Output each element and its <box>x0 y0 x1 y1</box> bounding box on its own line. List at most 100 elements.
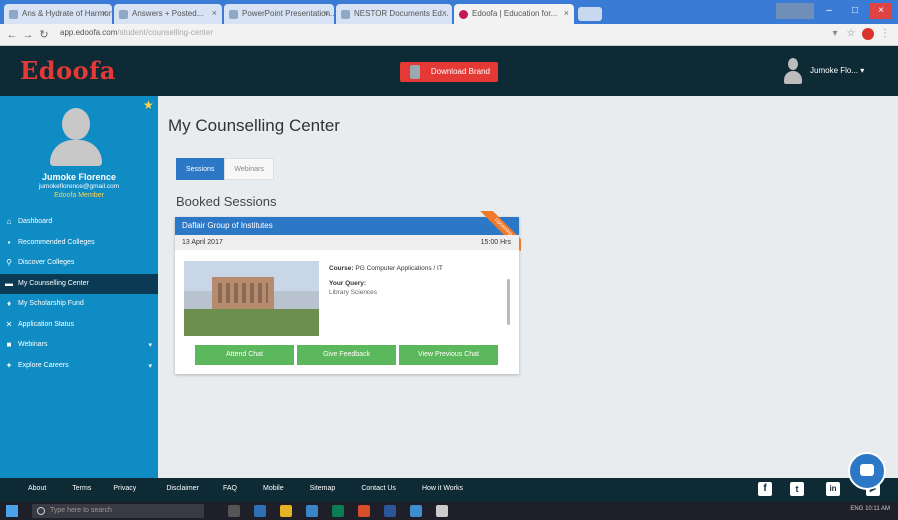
cortana-icon <box>37 507 45 515</box>
new-tab-button[interactable] <box>578 7 602 21</box>
close-window-icon[interactable]: × <box>870 3 892 19</box>
windows-start-icon[interactable] <box>6 505 18 517</box>
file-explorer-icon[interactable] <box>280 505 292 517</box>
footer-link-disclaimer[interactable]: Disclaimer <box>166 485 199 492</box>
tab-sessions[interactable]: Sessions <box>176 158 225 180</box>
close-tab-icon[interactable]: × <box>212 8 217 18</box>
favicon-icon <box>9 10 18 19</box>
download-app-button[interactable]: Download Brand <box>400 62 498 82</box>
filter-icon[interactable]: ▾ <box>830 28 840 40</box>
close-tab-icon[interactable]: × <box>442 8 447 18</box>
profile-button[interactable] <box>776 3 814 19</box>
sidebar-item-label: Application Status <box>18 320 75 328</box>
logo[interactable]: Edoofa <box>20 56 116 85</box>
store-icon[interactable] <box>306 505 318 517</box>
twitter-icon[interactable]: t <box>790 482 804 496</box>
footer-link-contact[interactable]: Contact Us <box>361 485 396 492</box>
trophy-icon: ♦ <box>6 299 12 308</box>
task-view-icon[interactable] <box>228 505 240 517</box>
browser-tab[interactable]: Answers + Posted... × <box>114 4 222 24</box>
profile-email: jumokeflorence@gmail.com <box>38 183 120 190</box>
sidebar-item-label: Recommended Colleges <box>18 238 95 246</box>
edge-icon[interactable] <box>254 505 266 517</box>
sidebar-item[interactable]: ♦ My Scholarship Fund <box>0 294 158 315</box>
sidebar-item[interactable]: ▪ Recommended Colleges <box>0 233 158 254</box>
star-icon[interactable]: ☆ <box>846 28 856 40</box>
home-icon: ⌂ <box>6 217 12 226</box>
content-tabs: Sessions Webinars <box>176 158 274 180</box>
app-icon[interactable] <box>358 505 370 517</box>
view-previous-chat-button[interactable]: View Previous Chat <box>399 345 498 365</box>
linkedin-icon[interactable]: in <box>826 482 840 496</box>
footer-link-about[interactable]: About <box>28 485 46 492</box>
footer-link-sitemap[interactable]: Sitemap <box>310 485 336 492</box>
section-title: Booked Sessions <box>176 194 277 209</box>
membership-label: Edoofa Member <box>54 192 104 199</box>
comment-icon: ▬ <box>5 278 13 288</box>
session-actions: Attend Chat Give Feedback View Previous … <box>195 345 498 365</box>
footer-link-mobile[interactable]: Mobile <box>263 485 284 492</box>
browser-tab-active[interactable]: Edoofa | Education for... × <box>454 4 574 24</box>
app-icon[interactable] <box>332 505 344 517</box>
favicon-icon <box>459 10 468 19</box>
footer-link-how-it-works[interactable]: How it Works <box>422 485 463 492</box>
session-date-row: 13 April 2017 15:00 Hrs <box>175 235 519 250</box>
app-icon[interactable] <box>410 505 422 517</box>
session-card: Daflair Group of Institutes Upcoming 13 … <box>175 211 521 374</box>
system-tray[interactable]: ENG 10:11 AM <box>850 506 890 512</box>
menu-icon[interactable]: ⋮ <box>880 28 890 40</box>
session-info: Course: PG Computer Applications / IT Yo… <box>329 265 509 296</box>
sidebar-item[interactable]: ⚲ Discover Colleges <box>0 253 158 274</box>
footer-link-privacy[interactable]: Privacy <box>113 485 136 492</box>
footer-links: About Terms Privacy Disclaimer FAQ Mobil… <box>28 485 463 492</box>
user-name: Jumoke Flo... ▾ <box>810 66 865 75</box>
favicon-icon <box>119 10 128 19</box>
minimize-icon[interactable]: – <box>818 3 840 19</box>
chat-widget-button[interactable] <box>848 452 886 490</box>
sidebar-item[interactable]: ▬ My Counselling Center <box>0 273 158 294</box>
app-header: Edoofa Download Brand Jumoke Flo... ▾ <box>0 46 898 96</box>
close-tab-icon[interactable]: × <box>102 8 107 18</box>
close-tab-icon[interactable]: × <box>324 8 329 18</box>
sidebar-item-label: Explore Careers <box>18 361 69 369</box>
tab-webinars[interactable]: Webinars <box>224 158 274 180</box>
maximize-icon[interactable]: □ <box>844 3 866 19</box>
facebook-icon[interactable]: f <box>758 482 772 496</box>
sidebar: ★ Jumoke Florence jumokeflorence@gmail.c… <box>0 96 158 478</box>
back-icon[interactable]: ← <box>4 27 20 43</box>
attend-chat-button[interactable]: Attend Chat <box>195 345 294 365</box>
forward-icon[interactable]: → <box>20 27 36 43</box>
url-field[interactable]: app.edoofa.com/student/counselling-cente… <box>60 28 213 37</box>
close-tab-icon[interactable]: × <box>564 8 569 18</box>
main-content: My Counselling Center Sessions Webinars … <box>158 96 898 478</box>
search-icon: ⚲ <box>6 258 12 267</box>
browser-tab[interactable]: NESTOR Documents Ed... × <box>336 4 452 24</box>
session-date: 13 April 2017 <box>182 239 223 246</box>
window-controls: – □ × <box>776 3 892 21</box>
browser-tab[interactable]: PowerPoint Presentation... × <box>224 4 334 24</box>
sidebar-item[interactable]: ■ Webinars ▾ <box>0 335 158 356</box>
give-feedback-button[interactable]: Give Feedback <box>297 345 396 365</box>
avatar <box>784 56 802 86</box>
college-name[interactable]: Daflair Group of Institutes <box>175 217 519 235</box>
app-icon[interactable] <box>436 505 448 517</box>
word-icon[interactable] <box>384 505 396 517</box>
chevron-down-icon[interactable]: ▾ <box>148 341 152 349</box>
sidebar-item-label: My Scholarship Fund <box>18 300 84 307</box>
footer-link-faq[interactable]: FAQ <box>223 485 237 492</box>
reload-icon[interactable]: ↻ <box>36 27 52 43</box>
browser-tab[interactable]: Ans & Hydrate of Harmon | Lin... × <box>4 4 112 24</box>
sidebar-menu: ⌂ Dashboard ▪ Recommended Colleges ⚲ Discover… <box>0 212 158 376</box>
sidebar-item-label: My Counselling Center <box>18 279 89 287</box>
scrollbar[interactable] <box>507 279 510 325</box>
footer-link-terms[interactable]: Terms <box>72 485 91 492</box>
sidebar-item[interactable]: ✕ Application Status <box>0 315 158 336</box>
extension-icon[interactable] <box>862 28 874 40</box>
profile-avatar <box>46 106 106 168</box>
chevron-down-icon[interactable]: ▾ <box>148 362 152 370</box>
sidebar-item[interactable]: ⌂ Dashboard <box>0 212 158 233</box>
query-value: Library Sciences <box>329 289 378 296</box>
taskbar-search[interactable]: Type here to search <box>32 504 204 518</box>
sidebar-item[interactable]: ✦ Explore Careers ▾ <box>0 356 158 377</box>
status-icon: ✕ <box>5 319 13 329</box>
